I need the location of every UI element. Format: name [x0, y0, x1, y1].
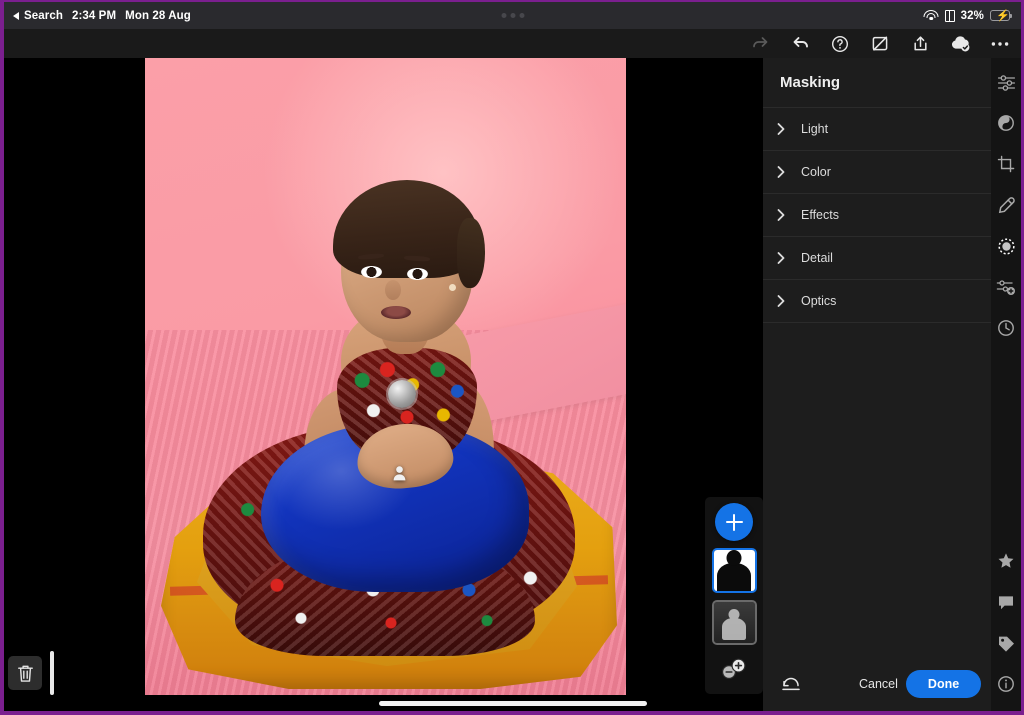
photo-pendant — [388, 380, 416, 408]
photo-nose — [385, 280, 401, 300]
add-mask-button[interactable] — [715, 503, 753, 541]
book-icon — [944, 9, 955, 22]
delete-button[interactable] — [8, 656, 42, 690]
panel-row-label: Detail — [801, 251, 833, 265]
chevron-right-icon — [777, 123, 786, 135]
edited-photo[interactable] — [145, 58, 626, 695]
panel-row-light[interactable]: Light — [763, 108, 991, 151]
tool-rail — [991, 58, 1021, 711]
keyword-tag-icon[interactable] — [993, 629, 1019, 657]
dynamic-island-dots-icon — [501, 13, 524, 18]
panel-row-label: Color — [801, 165, 831, 179]
mask-thumbnail-preview[interactable] — [711, 600, 757, 645]
home-indicator — [378, 701, 647, 706]
photo-subject — [145, 58, 626, 695]
mask-thumbnail-panel — [705, 497, 763, 694]
star-rating-icon[interactable] — [993, 547, 1019, 575]
panel-title: Masking — [763, 58, 991, 108]
more-button[interactable] — [989, 33, 1011, 55]
info-circle-icon[interactable] — [993, 670, 1019, 698]
mask-thumbnail-subject[interactable] — [711, 548, 757, 593]
person-pin-icon[interactable] — [390, 464, 408, 482]
panel-row-effects[interactable]: Effects — [763, 194, 991, 237]
history-clock-icon[interactable] — [993, 314, 1019, 342]
panel-row-label: Effects — [801, 208, 839, 222]
presets-circle-icon[interactable] — [993, 109, 1019, 137]
chevron-right-icon — [777, 209, 786, 221]
photo-earring — [449, 284, 456, 291]
healing-brush-icon[interactable] — [993, 191, 1019, 219]
help-button[interactable] — [829, 33, 851, 55]
add-subtract-circles-icon[interactable] — [712, 652, 757, 686]
reset-arc-icon[interactable] — [781, 671, 801, 697]
wifi-icon — [923, 10, 939, 21]
photo-eye-right — [407, 268, 428, 280]
top-toolbar — [4, 29, 1021, 58]
chevron-right-icon — [777, 252, 786, 264]
undo-button[interactable] — [789, 33, 811, 55]
status-date: Mon 28 Aug — [125, 9, 191, 22]
screen: Search 2:34 PM Mon 28 Aug 32% ⚡ Masking … — [4, 2, 1021, 711]
chevron-right-icon — [777, 166, 786, 178]
panel-row-label: Optics — [801, 294, 837, 308]
back-triangle-icon[interactable] — [13, 11, 19, 20]
back-label[interactable]: Search — [24, 10, 63, 22]
done-button[interactable]: Done — [905, 670, 982, 698]
image-stage[interactable] — [4, 58, 763, 711]
photo-hair — [333, 180, 485, 288]
cancel-button[interactable]: Cancel — [851, 671, 906, 697]
panel-footer: Cancel Done — [763, 657, 991, 711]
panel-row-optics[interactable]: Optics — [763, 280, 991, 323]
crop-icon[interactable] — [993, 150, 1019, 178]
panel-row-label: Light — [801, 122, 829, 136]
mask-add-node-icon[interactable] — [993, 273, 1019, 301]
photo-mouth — [381, 306, 411, 319]
share-button[interactable] — [909, 33, 931, 55]
filmstrip-handle[interactable] — [50, 651, 54, 695]
edit-sliders-icon[interactable] — [993, 68, 1019, 96]
battery-charging-icon: ⚡ — [990, 10, 1012, 22]
battery-percent: 32% — [960, 9, 984, 22]
status-bar-right: 32% ⚡ — [923, 9, 1021, 22]
device-frame: Search 2:34 PM Mon 28 Aug 32% ⚡ Masking … — [0, 0, 1024, 715]
status-time: 2:34 PM — [71, 9, 117, 22]
redo-button[interactable] — [749, 33, 771, 55]
panel-row-detail[interactable]: Detail — [763, 237, 991, 280]
masking-dotted-circle-icon[interactable] — [993, 232, 1019, 260]
status-bar-left: Search 2:34 PM Mon 28 Aug — [4, 10, 191, 22]
panel-spacer — [763, 323, 991, 657]
hide-edits-button[interactable] — [869, 33, 891, 55]
cloud-sync-button[interactable] — [949, 33, 971, 55]
chevron-right-icon — [777, 295, 786, 307]
status-bar: Search 2:34 PM Mon 28 Aug 32% ⚡ — [4, 2, 1021, 29]
photo-eye-left — [361, 266, 382, 278]
panel-row-color[interactable]: Color — [763, 151, 991, 194]
masking-panel: Masking Light Color Effects Detail Optic… — [763, 58, 991, 711]
comment-bubble-icon[interactable] — [993, 588, 1019, 616]
